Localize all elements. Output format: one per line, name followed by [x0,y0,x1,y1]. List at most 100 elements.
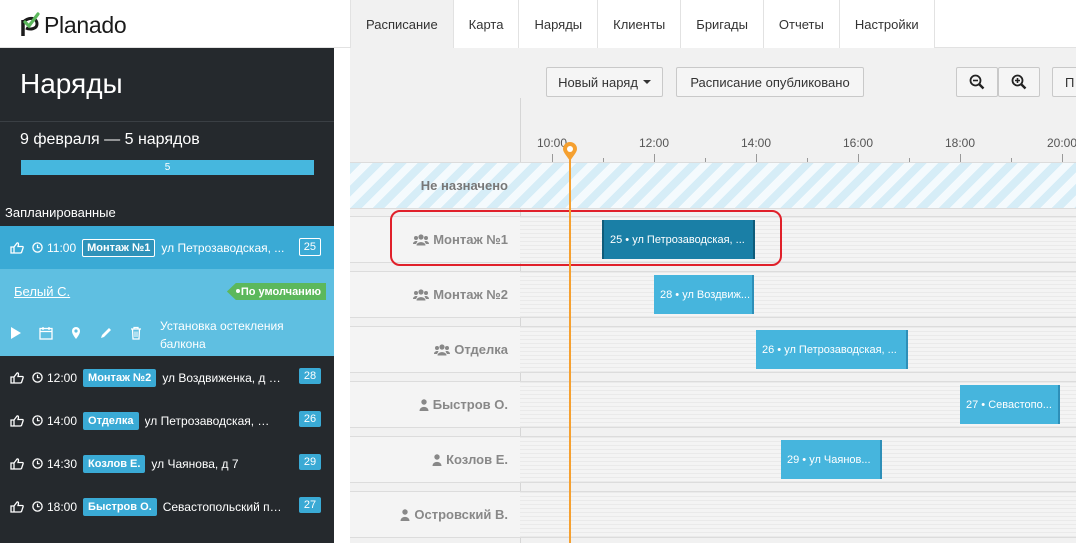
order-actions [8,325,144,341]
trash-icon[interactable] [128,325,144,341]
time-tick-label: 16:00 [842,136,874,150]
time-tick [960,154,961,162]
schedule-row[interactable]: Островский В. [350,491,1076,538]
date-summary: 9 февраля — 5 нарядов [20,131,200,148]
user-icon [400,508,410,521]
row-label-text: Монтаж №2 [433,287,508,302]
assignee-link[interactable]: Белый С. [14,284,70,299]
tab-reports[interactable]: Отчеты [763,0,840,48]
row-label: Козлов Е. [350,437,508,482]
pointer-hand-icon[interactable] [10,241,26,254]
order-time: 14:00 [47,413,78,428]
order-number: 27 [299,497,321,513]
row-label: Монтаж №2 [350,272,508,317]
order-number: 26 [299,411,321,427]
logo[interactable]: Planado [20,10,127,40]
group-icon [434,343,451,355]
app-root: Planado Расписание Карта Наряды Клиенты … [0,0,1076,543]
time-tick-label: 14:00 [740,136,772,150]
schedule-row[interactable]: Отделка 26 • ул Петрозаводская, ... [350,326,1076,373]
main-nav: Расписание Карта Наряды Клиенты Бригады … [350,0,935,48]
row-label-text: Отделка [454,342,508,357]
map-pin-icon[interactable] [68,325,84,341]
order-number: 29 [299,454,321,470]
order-time: 18:00 [47,499,78,514]
order-time: 11:00 [47,240,77,255]
zoom-in-button[interactable] [998,67,1040,97]
orders-sidebar: Наряды 9 февраля — 5 нарядов 5 Запланиро… [0,48,334,543]
zoom-out-button[interactable] [956,67,998,97]
user-icon [432,453,442,466]
order-team-tag: Монтаж №2 [83,368,157,387]
tab-clients[interactable]: Клиенты [598,0,682,48]
row-label: Не назначено [350,163,508,208]
publish-status-button[interactable]: Расписание опубликовано [676,67,864,97]
schedule-task[interactable]: 28 • ул Воздвиж... [654,275,754,314]
logo-text: Planado [44,11,127,38]
schedule-row-unassigned[interactable]: Не назначено [350,162,1076,209]
new-order-button[interactable]: Новый наряд [546,67,663,97]
tab-teams[interactable]: Бригады [681,0,764,48]
sidebar-title: Наряды [20,68,123,99]
pointer-hand-icon[interactable] [10,371,26,384]
order-item[interactable]: 12:00 Монтаж №2 ул Воздвиженка, д 3 ... … [0,356,334,399]
schedule-panel: Новый наряд Расписание опубликовано П 10… [350,48,1076,543]
order-team-tag: Монтаж №1 [82,238,156,257]
order-team-tag: Отделка [83,411,139,430]
schedule-task[interactable]: 27 • Севастопо... [960,385,1060,424]
order-number: 28 [299,368,321,384]
pencil-icon[interactable] [98,325,114,341]
order-item[interactable]: 14:30 Козлов Е. ул Чаянова, д 7 29 [0,442,334,485]
current-time-line [569,148,571,543]
orders-progress-bar: 5 [21,160,314,175]
row-track[interactable] [520,492,1076,537]
order-address: ул Воздвиженка, д 3 ... [162,370,288,385]
play-icon[interactable] [8,325,24,341]
tab-settings[interactable]: Настройки [839,0,935,48]
order-item[interactable]: 18:00 Быстров О. Севастопольский пр-... … [0,485,334,528]
tab-map[interactable]: Карта [453,0,520,48]
caret-down-icon [642,80,651,84]
time-tick [552,154,553,162]
schedule-task[interactable]: 26 • ул Петрозаводская, ... [756,330,908,369]
schedule-row[interactable]: Быстров О. 27 • Севастопо... [350,381,1076,428]
pointer-hand-icon[interactable] [10,457,26,470]
order-address: ул Петрозаводская, д 2/... [144,413,270,428]
row-label-text: Не назначено [420,178,508,193]
next-button[interactable]: П [1052,67,1076,97]
order-address: ул Чаянова, д 7 [151,456,239,471]
tab-orders[interactable]: Наряды [519,0,599,48]
calendar-icon[interactable] [38,325,54,341]
sidebar-divider [0,121,334,122]
time-tick-label: 20:00 [1046,136,1076,150]
pointer-hand-icon[interactable] [10,414,26,427]
time-tick [654,154,655,162]
schedule-row[interactable]: Козлов Е. 29 • ул Чаянов... [350,436,1076,483]
schedule-row[interactable]: Монтаж №2 28 • ул Воздвиж... [350,271,1076,318]
group-label-scheduled: Запланированные [5,205,116,220]
order-address: ул Петрозаводская, ... [161,240,285,255]
schedule-task[interactable]: 29 • ул Чаянов... [781,440,882,479]
clock-icon [32,372,44,383]
logo-icon [21,12,40,36]
top-bar: Planado Расписание Карта Наряды Клиенты … [0,0,1076,48]
zoom-out-icon [969,74,985,90]
order-description: Установка остекления балкона [160,319,284,351]
order-item[interactable]: 11:00 Монтаж №1 ул Петрозаводская, ... 2… [0,226,334,269]
order-item[interactable]: 14:00 Отделка ул Петрозаводская, д 2/...… [0,399,334,442]
time-tick [756,154,757,162]
time-tick [1062,154,1063,162]
user-icon [419,398,429,411]
row-track[interactable] [520,272,1076,317]
task-label: 27 • Севастопо... [966,398,1052,411]
order-team-tag: Быстров О. [83,497,157,516]
row-label: Островский В. [350,492,508,537]
time-tick-label: 18:00 [944,136,976,150]
tab-schedule[interactable]: Расписание [351,0,454,48]
pointer-hand-icon[interactable] [10,500,26,513]
clock-icon [32,458,44,469]
order-time: 12:00 [47,370,78,385]
task-label: 29 • ул Чаянов... [787,453,871,466]
order-team-tag: Козлов Е. [83,454,146,473]
zoom-in-icon [1011,74,1027,90]
